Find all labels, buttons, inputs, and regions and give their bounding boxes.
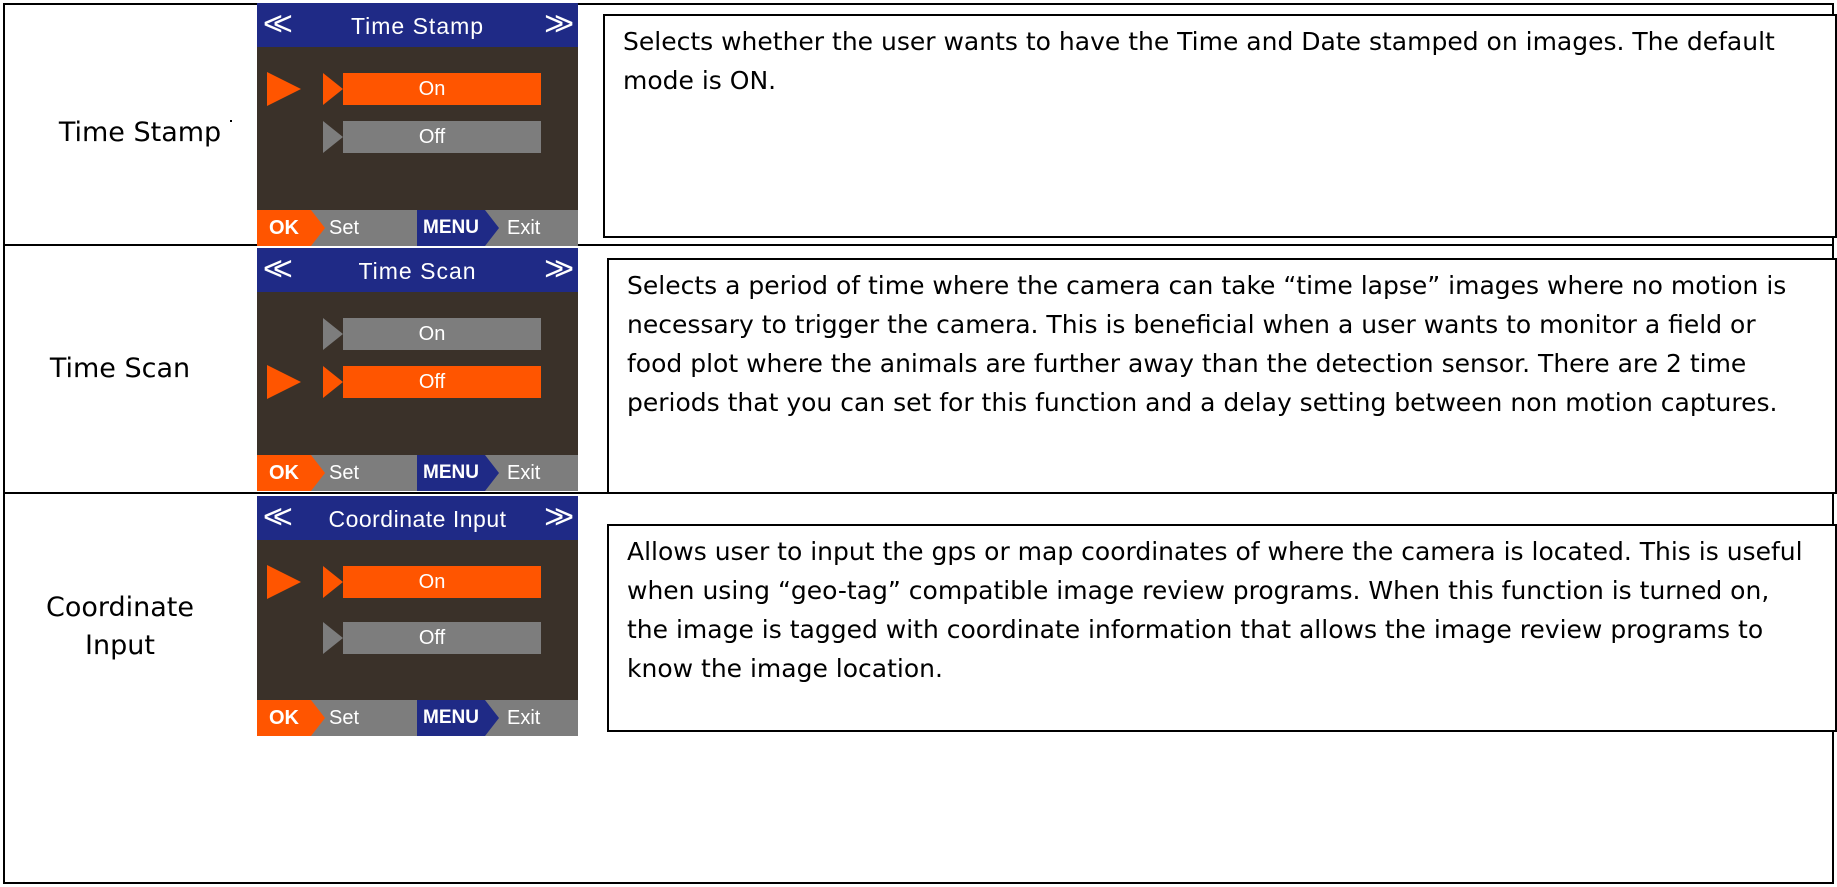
screen-footer: OK Set MENU Exit: [257, 455, 578, 491]
option-label: On: [418, 323, 446, 345]
menu-button[interactable]: MENU: [417, 455, 499, 491]
screen-title: Time Scan: [358, 258, 477, 284]
screen-footer: OK Set MENU Exit: [257, 210, 578, 246]
screen-title: Time Stamp: [350, 13, 485, 39]
screen-footer: OK Set MENU Exit: [257, 700, 578, 736]
exit-label: Exit: [507, 462, 541, 484]
option-label: On: [418, 78, 446, 100]
description-box: Selects a period of time where the camer…: [607, 258, 1837, 494]
row-label: Time Stamp: [58, 117, 222, 148]
exit-label: Exit: [507, 217, 541, 239]
option-off[interactable]: Off: [323, 622, 541, 654]
description-box: Selects whether the user wants to have t…: [603, 14, 1837, 238]
set-label: Set: [329, 707, 360, 729]
option-label: Off: [418, 371, 446, 393]
screen-header: << Coordinate Input >>: [257, 496, 578, 540]
option-off[interactable]: Off: [323, 366, 541, 398]
double-chevron-right-icon[interactable]: >>: [544, 252, 574, 286]
selection-arrow-icon: [267, 565, 301, 599]
set-label: Set: [329, 217, 360, 239]
ok-button[interactable]: OK: [257, 700, 325, 736]
exit-label: Exit: [507, 707, 541, 729]
option-label: On: [418, 571, 446, 593]
option-off[interactable]: Off: [323, 121, 541, 153]
option-on[interactable]: On: [323, 318, 541, 350]
option-on[interactable]: On: [323, 73, 541, 105]
double-chevron-right-icon[interactable]: >>: [544, 7, 574, 41]
option-label: Off: [418, 627, 446, 649]
camera-screen: << Time Stamp >> On Off OK Set MENU Exit: [257, 3, 578, 246]
selection-arrow-icon: [267, 365, 301, 399]
option-on[interactable]: On: [323, 566, 541, 598]
screen-header: << Time Stamp >>: [257, 3, 578, 47]
description-box: Allows user to input the gps or map coor…: [607, 524, 1837, 732]
screen-header: << Time Scan >>: [257, 248, 578, 292]
selection-arrow-icon: [267, 72, 301, 106]
stray-mark: [230, 120, 232, 122]
menu-button[interactable]: MENU: [417, 210, 499, 246]
row-label: Time Scan: [49, 353, 191, 384]
double-chevron-right-icon[interactable]: >>: [544, 500, 574, 534]
screen-title: Coordinate Input: [328, 506, 507, 532]
row-label: Coordinate Input: [45, 592, 194, 661]
ok-button[interactable]: OK: [257, 210, 325, 246]
camera-screen: << Coordinate Input >> On Off OK Set MEN…: [257, 496, 578, 736]
set-label: Set: [329, 462, 360, 484]
camera-screen: << Time Scan >> On Off OK Set MENU Exit: [257, 248, 578, 491]
ok-button[interactable]: OK: [257, 455, 325, 491]
option-label: Off: [418, 126, 446, 148]
menu-button[interactable]: MENU: [417, 700, 499, 736]
